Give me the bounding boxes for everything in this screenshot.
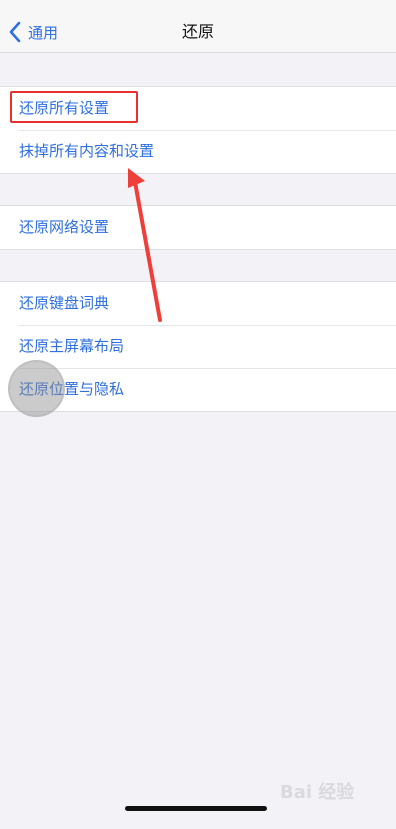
page-title: 还原 <box>181 22 214 41</box>
item-label: 还原主屏幕布局 <box>19 337 125 355</box>
erase-all-content-item[interactable]: 抹掉所有内容和设置 <box>0 130 396 173</box>
reset-network-settings-item[interactable]: 还原网络设置 <box>0 206 396 249</box>
item-label: 还原所有设置 <box>19 99 110 117</box>
reset-all-settings-item[interactable]: 还原所有设置 <box>0 87 396 130</box>
navigation-bar: 通用 还原 <box>0 0 396 53</box>
reset-group-2: 还原网络设置 <box>0 205 396 250</box>
item-label: 还原网络设置 <box>19 218 110 236</box>
reset-group-1: 还原所有设置 抹掉所有内容和设置 <box>0 86 396 174</box>
home-indicator[interactable] <box>125 806 267 811</box>
reset-home-screen-layout-item[interactable]: 还原主屏幕布局 <box>0 325 396 368</box>
touch-indicator <box>8 360 65 417</box>
baidu-watermark: Bai 经验 <box>280 782 355 803</box>
item-label: 还原键盘词典 <box>19 294 110 312</box>
item-label: 抹掉所有内容和设置 <box>19 142 155 160</box>
reset-keyboard-dictionary-item[interactable]: 还原键盘词典 <box>0 282 396 325</box>
